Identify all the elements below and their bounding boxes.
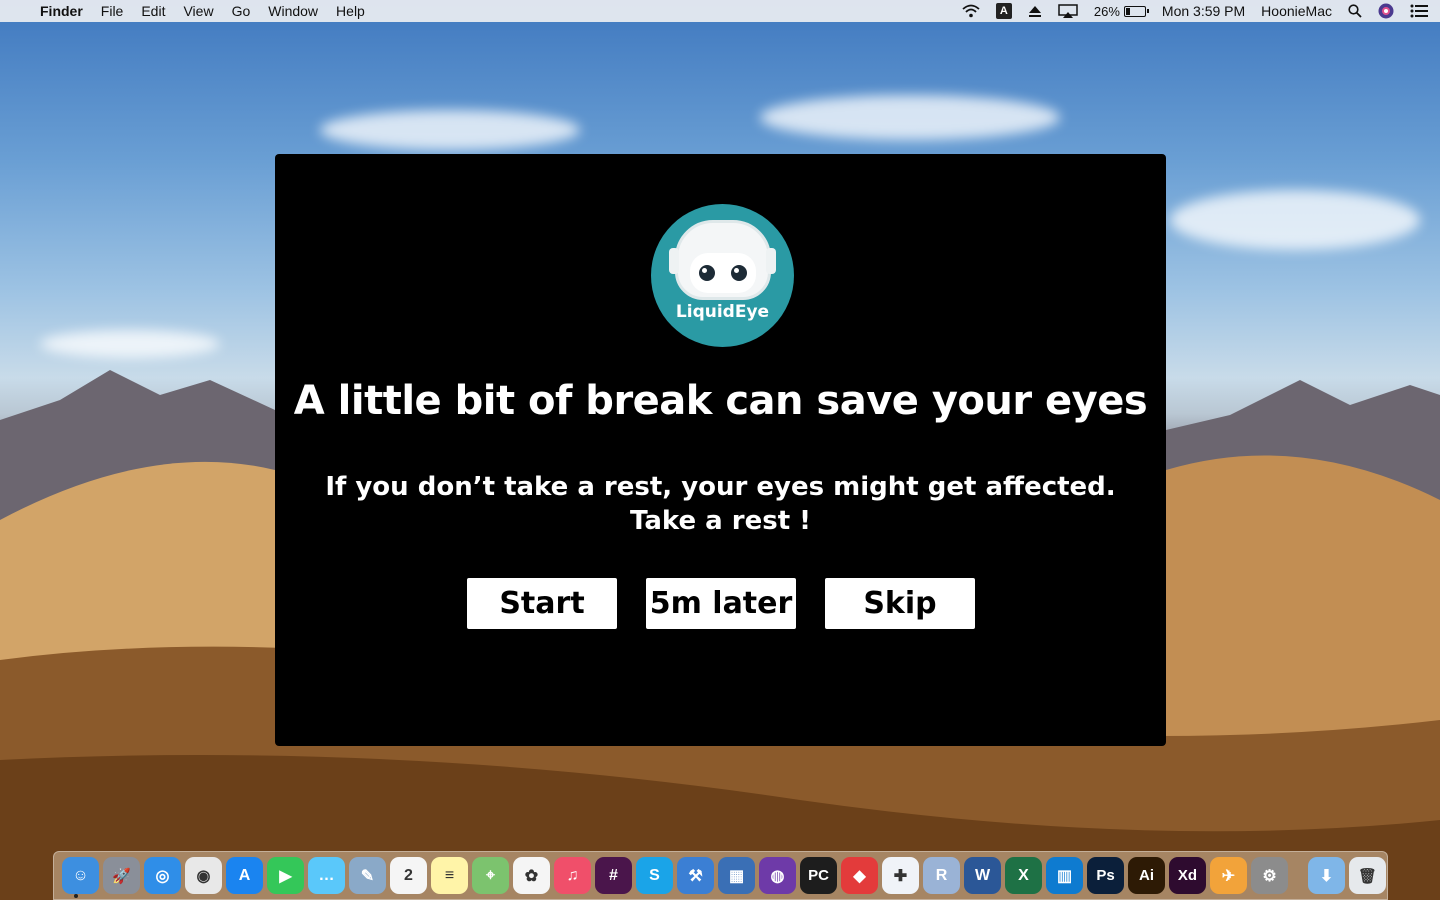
snooze-5m-button[interactable]: 5m later — [646, 578, 796, 629]
xcode-icon[interactable]: ⚒ — [677, 857, 714, 894]
slack-icon[interactable]: # — [595, 857, 632, 894]
pycharm-icon[interactable]: PC — [800, 857, 837, 894]
menu-view[interactable]: View — [183, 3, 213, 19]
dialog-message-line-2: Take a rest ! — [629, 506, 812, 536]
simulator-icon[interactable]: ▦ — [718, 857, 755, 894]
dock: ☺ 🚀 ◎ ◉ A ▶… ✎ 2 ≡ ⌖ ✿ ♫ # S ⚒ ▦ ◍ PC ◆ ✚ R W X ▥ Ps Ai Xd ✈ ⚙ ⬇ 🗑 — [53, 851, 1388, 900]
menu-file[interactable]: File — [101, 3, 124, 19]
excel-icon[interactable]: X — [1005, 857, 1042, 894]
transmit-icon[interactable]: ✈ — [1210, 857, 1247, 894]
siri-icon[interactable] — [1378, 3, 1394, 19]
downloads-folder-icon[interactable]: ⬇ — [1308, 857, 1345, 894]
menu-window[interactable]: Window — [268, 3, 318, 19]
github-icon[interactable]: ◍ — [759, 857, 796, 894]
dialog-headline: A little bit of break can save your eyes — [293, 378, 1148, 424]
finder-running-indicator — [74, 894, 78, 898]
safari-icon[interactable]: ◎ — [144, 857, 181, 894]
skip-button[interactable]: Skip — [825, 578, 975, 629]
calendar-icon[interactable]: 2 — [390, 857, 427, 894]
menu-go[interactable]: Go — [232, 3, 251, 19]
maps-icon[interactable]: ⌖ — [472, 857, 509, 894]
azure-data-studio-icon[interactable]: ▥ — [1046, 857, 1083, 894]
spotlight-search-icon[interactable] — [1348, 4, 1362, 18]
illustrator-icon[interactable]: Ai — [1128, 857, 1165, 894]
notes-icon[interactable]: ≡ — [431, 857, 468, 894]
airplay-icon[interactable] — [1058, 3, 1078, 19]
finder-icon[interactable]: ☺ — [62, 857, 99, 894]
clock[interactable]: Mon 3:59 PM — [1162, 3, 1245, 19]
launchpad-icon[interactable]: 🚀 — [103, 857, 140, 894]
battery-status[interactable]: 26% — [1093, 3, 1149, 19]
xd-icon[interactable]: Xd — [1169, 857, 1206, 894]
dialog-message: If you don’t take a rest, your eyes migh… — [275, 470, 1166, 538]
start-button[interactable]: Start — [467, 578, 617, 629]
input-source-icon[interactable]: A — [995, 3, 1012, 19]
preview-icon[interactable]: ✎ — [349, 857, 386, 894]
photos-icon[interactable]: ✿ — [513, 857, 550, 894]
photoshop-icon[interactable]: Ps — [1087, 857, 1124, 894]
trash-icon[interactable]: 🗑 — [1349, 857, 1386, 894]
messages-icon[interactable]: … — [308, 857, 345, 894]
word-icon[interactable]: W — [964, 857, 1001, 894]
git-icon[interactable]: ◆ — [841, 857, 878, 894]
notification-center-icon[interactable] — [1410, 4, 1428, 18]
break-reminder-dialog: LiquidEye A little bit of break can save… — [275, 154, 1166, 746]
liquideye-logo: LiquidEye — [651, 204, 794, 347]
tableau-icon[interactable]: ✚ — [882, 857, 919, 894]
battery-icon — [1123, 5, 1149, 17]
user-name[interactable]: HoonieMac — [1261, 3, 1332, 19]
r-icon[interactable]: R — [923, 857, 960, 894]
dialog-message-line-1: If you don’t take a rest, your eyes migh… — [325, 472, 1116, 502]
battery-percent: 26% — [1093, 3, 1120, 19]
menu-help[interactable]: Help — [336, 3, 365, 19]
eject-icon[interactable] — [1028, 5, 1042, 18]
menu-edit[interactable]: Edit — [141, 3, 165, 19]
wifi-icon[interactable] — [962, 4, 980, 18]
app-store-icon[interactable]: A — [226, 857, 263, 894]
music-icon[interactable]: ♫ — [554, 857, 591, 894]
logo-text: LiquidEye — [675, 302, 770, 322]
facetime-icon[interactable]: ▶ — [267, 857, 304, 894]
chrome-icon[interactable]: ◉ — [185, 857, 222, 894]
system-preferences-icon[interactable]: ⚙ — [1251, 857, 1288, 894]
menu-app-name[interactable]: Finder — [40, 3, 83, 19]
robot-icon — [675, 220, 771, 300]
menu-bar: Finder File Edit View Go Window Help A 2… — [0, 0, 1440, 22]
skype-icon[interactable]: S — [636, 857, 673, 894]
